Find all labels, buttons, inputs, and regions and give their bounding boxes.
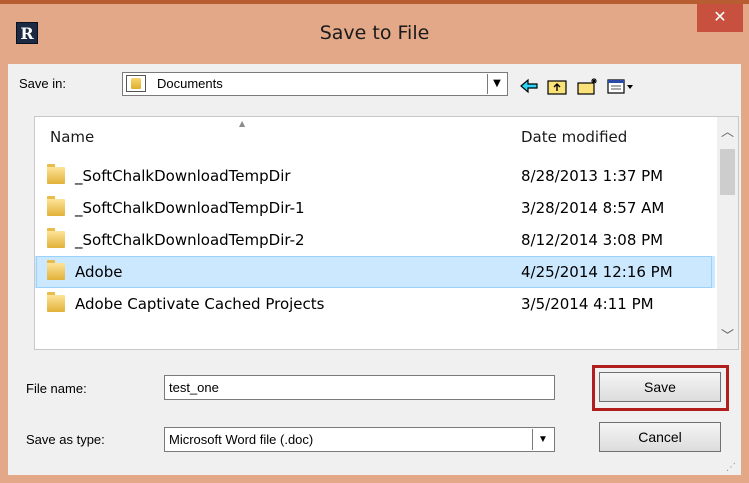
folder-icon [47,196,65,216]
vertical-scroll-thumb[interactable] [720,149,735,195]
new-folder-icon[interactable] [576,76,600,96]
folder-icon [47,260,65,280]
file-name-cell: Adobe [75,263,123,281]
up-folder-icon[interactable] [546,76,570,96]
window-title: Save to File [319,22,430,44]
list-item[interactable]: _SoftChalkDownloadTempDir-1 3/28/2014 8:… [35,192,715,224]
list-item[interactable]: _SoftChalkDownloadTempDir 8/28/2013 1:37… [35,160,715,192]
save-in-label: Save in: [19,76,66,91]
column-header-name[interactable]: Name [50,128,94,146]
file-name-label: File name: [26,381,87,396]
save-button[interactable]: Save [599,372,721,402]
date-modified-cell: 8/12/2014 3:08 PM [521,231,664,249]
scroll-down-icon[interactable]: ﹀ [717,325,738,344]
date-modified-cell: 3/28/2014 8:57 AM [521,199,665,217]
column-header-date[interactable]: Date modified [521,128,627,146]
list-item[interactable]: Adobe Captivate Cached Projects 3/5/2014… [35,288,715,320]
vertical-scrollbar[interactable]: ︿ ﹀ [717,117,738,349]
save-as-type-value: Microsoft Word file (.doc) [169,432,314,447]
cancel-button[interactable]: Cancel [599,422,721,452]
title-bar[interactable]: R Save to File ✕ [0,4,749,64]
chevron-down-icon[interactable]: ▼ [532,429,553,450]
file-name-field[interactable]: test_one [164,375,555,400]
list-item-selected[interactable]: Adobe 4/25/2014 12:16 PM [35,256,715,288]
save-as-type-label: Save as type: [26,432,105,447]
back-arrow-icon[interactable] [518,76,540,96]
date-modified-cell: 3/5/2014 4:11 PM [521,295,654,313]
list-item[interactable]: _SoftChalkDownloadTempDir-2 8/12/2014 3:… [35,224,715,256]
file-name-cell: _SoftChalkDownloadTempDir-1 [75,199,305,217]
close-icon: ✕ [713,7,727,26]
folder-icon [47,228,65,248]
folder-icon [47,164,65,184]
save-as-type-dropdown[interactable]: Microsoft Word file (.doc) ▼ [164,427,555,452]
file-list[interactable]: Name ▲ Date modified _SoftChalkDownloadT… [34,116,739,350]
dialog-body: Save in: Documents ▼ Name ▲ Date modifie… [8,64,741,475]
date-modified-cell: 4/25/2014 12:16 PM [521,263,673,281]
sort-ascending-icon: ▲ [239,119,246,128]
save-in-value: Documents [157,76,223,91]
documents-icon [126,75,146,92]
file-name-cell: _SoftChalkDownloadTempDir-2 [75,231,305,249]
save-dialog: R Save to File ✕ Save in: Documents ▼ Na… [0,0,749,483]
view-menu-icon[interactable] [606,76,636,96]
folder-icon [47,292,65,312]
file-name-cell: Adobe Captivate Cached Projects [75,295,325,313]
date-modified-cell: 8/28/2013 1:37 PM [521,167,664,185]
resize-grip-icon[interactable]: ⋰ [726,462,736,473]
close-button[interactable]: ✕ [697,4,743,32]
save-in-dropdown[interactable]: Documents ▼ [122,72,508,96]
chevron-down-icon[interactable]: ▼ [487,74,506,94]
scroll-up-icon[interactable]: ︿ [717,121,738,140]
file-name-cell: _SoftChalkDownloadTempDir [75,167,291,185]
